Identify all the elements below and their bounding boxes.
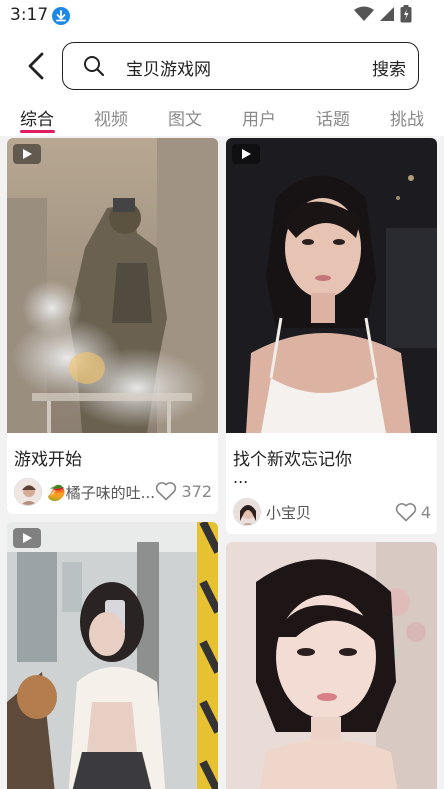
tab-topics[interactable]: 话题 <box>316 105 350 130</box>
search-input[interactable]: 宝贝游戏网 搜索 <box>62 42 419 90</box>
search-icon <box>84 56 105 77</box>
active-tab-indicator <box>20 130 55 133</box>
post-thumbnail[interactable] <box>7 522 218 789</box>
video-play-icon <box>13 528 41 548</box>
author-name[interactable]: 🥭橘子味的吐... <box>47 482 155 503</box>
post-card[interactable]: 游戏开始 🥭橘子味的吐... 372 <box>7 138 218 514</box>
post-thumbnail[interactable] <box>226 542 437 789</box>
chevron-left-icon <box>28 52 44 80</box>
heart-icon <box>156 482 177 501</box>
like-value: 4 <box>420 502 431 522</box>
download-icon <box>52 7 70 25</box>
search-header: 宝贝游戏网 搜索 <box>0 32 444 100</box>
post-author[interactable]: 🥭橘子味的吐... <box>14 478 155 506</box>
avatar[interactable] <box>14 478 42 506</box>
video-play-icon <box>232 144 260 164</box>
back-button[interactable] <box>20 48 52 84</box>
cell-signal-icon <box>379 6 395 26</box>
search-query: 宝贝游戏网 <box>126 60 211 80</box>
tab-users[interactable]: 用户 <box>242 105 276 130</box>
post-card[interactable]: 找个新欢忘记你 ... 小宝贝 4 <box>226 138 437 534</box>
post-author[interactable]: 小宝贝 <box>233 498 311 526</box>
post-title: 游戏开始 <box>14 450 82 470</box>
post-thumbnail[interactable] <box>7 138 218 433</box>
like-count[interactable]: 4 <box>395 502 431 522</box>
video-play-icon <box>13 144 41 164</box>
post-card[interactable] <box>7 522 218 789</box>
tab-image-text[interactable]: 图文 <box>168 105 202 130</box>
tab-all[interactable]: 综合 <box>20 105 54 130</box>
like-count[interactable]: 372 <box>155 481 212 501</box>
tab-challenges[interactable]: 挑战 <box>390 105 424 130</box>
heart-icon <box>395 503 416 522</box>
status-icons <box>354 5 412 27</box>
post-title: 找个新欢忘记你 <box>233 450 352 470</box>
post-card[interactable] <box>226 542 437 789</box>
battery-icon <box>400 5 412 27</box>
tab-video[interactable]: 视频 <box>94 105 128 130</box>
results-feed[interactable]: 游戏开始 🥭橘子味的吐... 372 找个新欢忘记你 ... 小宝贝 4 <box>0 136 444 789</box>
category-tabs: 综合 视频 图文 用户 话题 挑战 <box>0 100 444 136</box>
status-time: 3:17 <box>10 5 49 25</box>
post-thumbnail[interactable] <box>226 138 437 433</box>
status-bar: 3:17 <box>0 0 444 32</box>
wifi-icon <box>354 6 374 26</box>
like-value: 372 <box>181 481 212 501</box>
search-button[interactable]: 搜索 <box>372 55 406 80</box>
post-title-overflow: ... <box>233 468 249 487</box>
avatar[interactable] <box>233 498 261 526</box>
author-name[interactable]: 小宝贝 <box>266 502 311 523</box>
